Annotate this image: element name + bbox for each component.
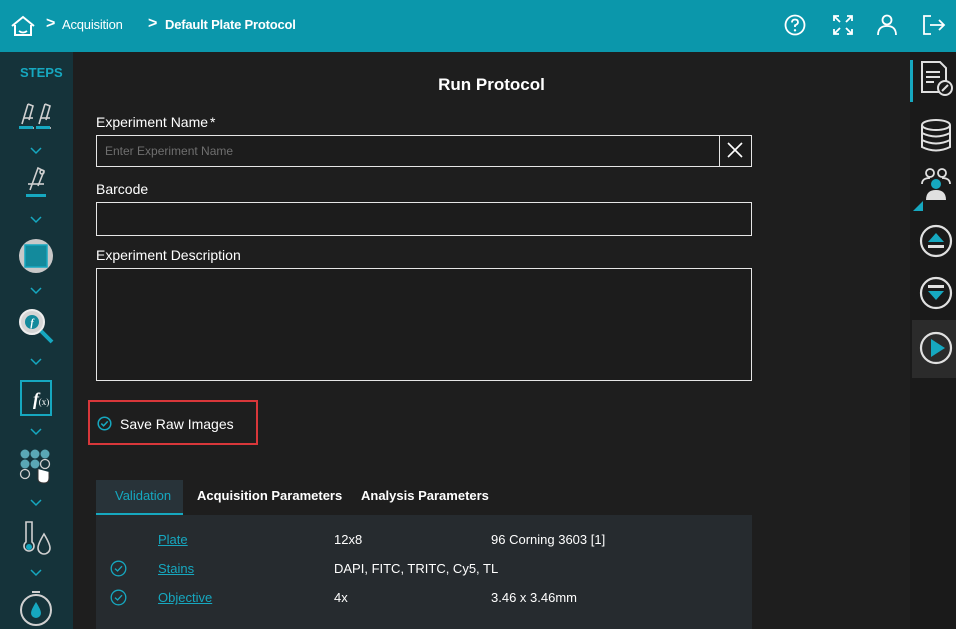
tab-bar: Validation Acquisition Parameters Analys…	[96, 480, 752, 515]
required-mark: *	[210, 114, 216, 130]
active-indicator	[910, 60, 913, 102]
breadcrumb-current: Default Plate Protocol	[165, 17, 296, 32]
close-icon	[727, 142, 743, 158]
barcode-input[interactable]	[97, 203, 751, 235]
validation-table: Plate 12x8 96 Corning 3603 [1] Stains DA…	[96, 515, 752, 629]
chevron-down-icon	[30, 216, 42, 224]
user-icon[interactable]	[874, 12, 900, 38]
users-icon[interactable]	[918, 166, 954, 202]
table-row: Stains DAPI, FITC, TRITC, Cy5, TL	[96, 555, 752, 585]
page-title: Run Protocol	[438, 75, 545, 94]
objective-value: 4x	[334, 590, 348, 605]
breadcrumb-separator: >	[148, 15, 158, 32]
right-sidebar	[910, 52, 956, 629]
tab-validation[interactable]: Validation	[115, 488, 171, 503]
experiment-description-label: Experiment Description	[96, 247, 241, 263]
objective-detail: 3.46 x 3.46mm	[491, 590, 577, 605]
experiment-name-field	[96, 135, 752, 167]
play-icon[interactable]	[918, 330, 954, 366]
function-search-icon[interactable]: f	[14, 304, 58, 344]
home-icon[interactable]	[10, 14, 36, 38]
table-row: Objective 4x 3.46 x 3.46mm	[96, 584, 752, 614]
barcode-label: Barcode	[96, 181, 149, 197]
experiment-name-input[interactable]	[97, 136, 751, 166]
microscope-icon[interactable]	[14, 162, 58, 202]
breadcrumb-separator: >	[46, 15, 56, 32]
clear-button[interactable]	[719, 136, 751, 166]
chevron-down-icon	[30, 147, 42, 155]
protocol-edit-icon[interactable]	[918, 60, 954, 96]
check-circle-icon[interactable]	[97, 416, 112, 431]
plate-detail: 96 Corning 3603 [1]	[491, 532, 606, 547]
top-bar: > Acquisition > Default Plate Protocol	[0, 0, 956, 52]
check-circle-icon	[110, 560, 127, 577]
breadcrumb-acquisition[interactable]: Acquisition	[62, 17, 123, 32]
eject-down-icon[interactable]	[918, 275, 954, 311]
tab-acquisition-parameters[interactable]: Acquisition Parameters	[197, 488, 342, 503]
steps-title: STEPS	[20, 65, 63, 80]
chevron-down-icon	[30, 499, 42, 507]
main-panel: Run Protocol Experiment Name* Barcode Ex…	[73, 52, 910, 629]
chevron-down-icon	[30, 569, 42, 577]
roi-square-icon[interactable]	[14, 234, 58, 274]
help-icon[interactable]	[782, 12, 808, 38]
experiment-name-label-text: Experiment Name	[96, 114, 209, 130]
save-raw-images-label[interactable]: Save Raw Images	[120, 416, 234, 432]
chevron-down-icon	[30, 358, 42, 366]
table-row: Plate 12x8 96 Corning 3603 [1]	[96, 526, 752, 556]
fullscreen-icon[interactable]	[830, 12, 856, 38]
corner-marker-icon	[913, 201, 923, 211]
chevron-down-icon	[30, 428, 42, 436]
stains-value: DAPI, FITC, TRITC, Cy5, TL	[334, 561, 499, 576]
microscope-pair-icon[interactable]	[14, 96, 58, 136]
plate-link[interactable]: Plate	[158, 532, 188, 547]
eject-up-icon[interactable]	[918, 223, 954, 259]
tab-analysis-parameters[interactable]: Analysis Parameters	[361, 488, 489, 503]
stains-link[interactable]: Stains	[158, 561, 194, 576]
plate-value: 12x8	[334, 532, 363, 547]
chevron-down-icon	[30, 287, 42, 295]
save-raw-images-highlight: Save Raw Images	[88, 400, 258, 445]
objective-link[interactable]: Objective	[158, 590, 212, 605]
svg-text:(x): (x)	[39, 397, 50, 407]
database-icon[interactable]	[918, 118, 954, 154]
experiment-name-label: Experiment Name *	[96, 114, 216, 130]
barcode-field	[96, 202, 752, 236]
thermometer-drop-icon[interactable]	[14, 518, 58, 558]
wells-pointer-icon[interactable]	[14, 445, 58, 485]
function-icon[interactable]: f (x)	[14, 378, 58, 418]
experiment-description-field	[96, 268, 752, 381]
timer-icon[interactable]	[14, 588, 58, 628]
check-circle-icon	[110, 589, 127, 606]
experiment-description-input[interactable]	[97, 269, 751, 380]
steps-sidebar: STEPS f f (x)	[0, 52, 73, 629]
logout-icon[interactable]	[920, 12, 946, 38]
